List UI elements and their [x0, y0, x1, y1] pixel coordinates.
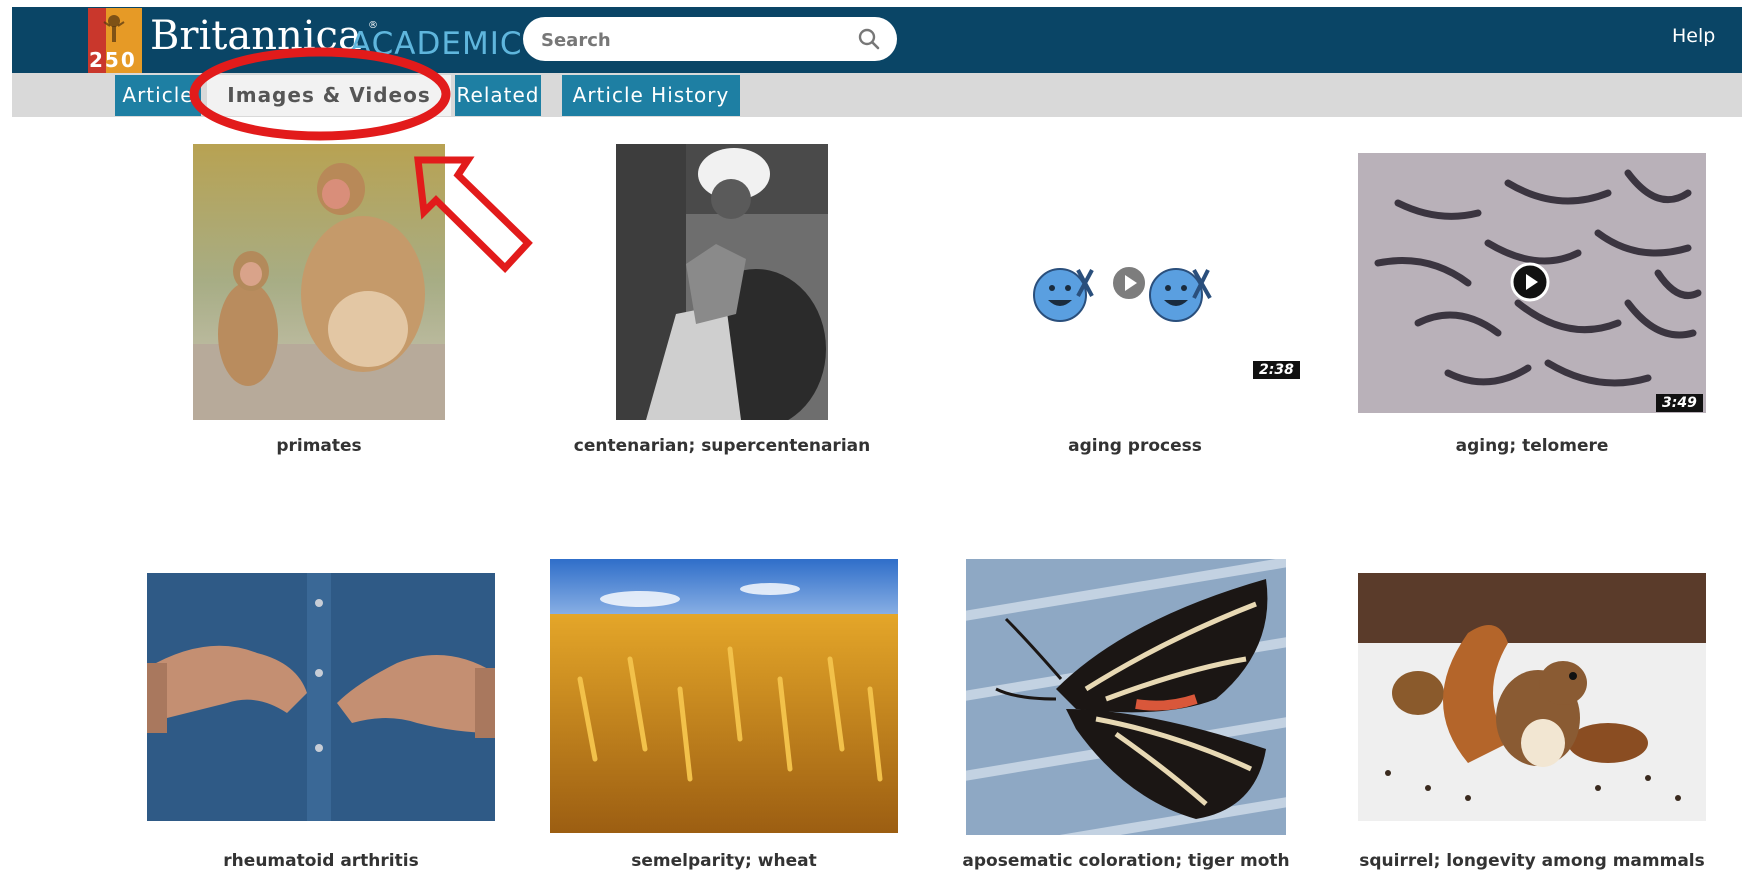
- video-duration-badge: 2:38: [1253, 361, 1300, 379]
- rheumatoid-arthritis-image: [147, 573, 495, 821]
- gallery-caption[interactable]: semelparity; wheat: [574, 851, 874, 871]
- play-icon[interactable]: [1110, 264, 1148, 302]
- britannica-250-logo[interactable]: 250: [88, 8, 142, 74]
- gallery-caption[interactable]: aposematic coloration; tiger moth: [946, 851, 1306, 871]
- tab-article-history[interactable]: Article History: [562, 75, 740, 116]
- gallery-caption[interactable]: aging process: [985, 436, 1285, 456]
- logo-badge-text: 250: [89, 48, 137, 72]
- cartoon-cell-right: [1149, 268, 1212, 322]
- tiger-moth-image: [966, 559, 1286, 835]
- wheat-field-image: [550, 559, 898, 833]
- gallery-thumbnail-squirrel[interactable]: [1358, 573, 1706, 821]
- tab-related[interactable]: Related: [455, 75, 541, 116]
- video-duration-badge: 3:49: [1656, 394, 1703, 412]
- gallery-caption[interactable]: aging; telomere: [1382, 436, 1682, 456]
- play-icon[interactable]: [1510, 262, 1550, 302]
- gallery-caption[interactable]: primates: [193, 436, 445, 456]
- gallery-thumbnail-primates[interactable]: [193, 144, 445, 420]
- centenarian-image: [616, 144, 828, 420]
- help-link[interactable]: Help: [1672, 25, 1715, 47]
- gallery-thumbnail-tiger-moth[interactable]: [966, 559, 1286, 835]
- tab-images-videos[interactable]: Images & Videos: [207, 75, 451, 116]
- search-icon[interactable]: [856, 26, 882, 52]
- gallery-thumbnail-centenarian[interactable]: [616, 144, 828, 420]
- search-box: [523, 17, 897, 61]
- gallery-thumbnail-rheumatoid-arthritis[interactable]: [147, 573, 495, 821]
- tab-article[interactable]: Article: [115, 75, 201, 116]
- search-input[interactable]: [539, 25, 843, 55]
- brand-suffix[interactable]: ACADEMIC: [350, 26, 523, 62]
- gallery-thumbnail-wheat[interactable]: [550, 559, 898, 833]
- primates-image: [193, 144, 445, 420]
- squirrel-image: [1358, 573, 1706, 821]
- gallery-caption[interactable]: rheumatoid arthritis: [171, 851, 471, 871]
- thistle-emblem-icon: [103, 15, 125, 42]
- gallery-caption[interactable]: squirrel; longevity among mammals: [1352, 851, 1712, 871]
- gallery-caption[interactable]: centenarian; supercentenarian: [572, 436, 872, 456]
- brand-name[interactable]: Britannica: [150, 12, 362, 60]
- cartoon-cell-left: [1033, 268, 1094, 322]
